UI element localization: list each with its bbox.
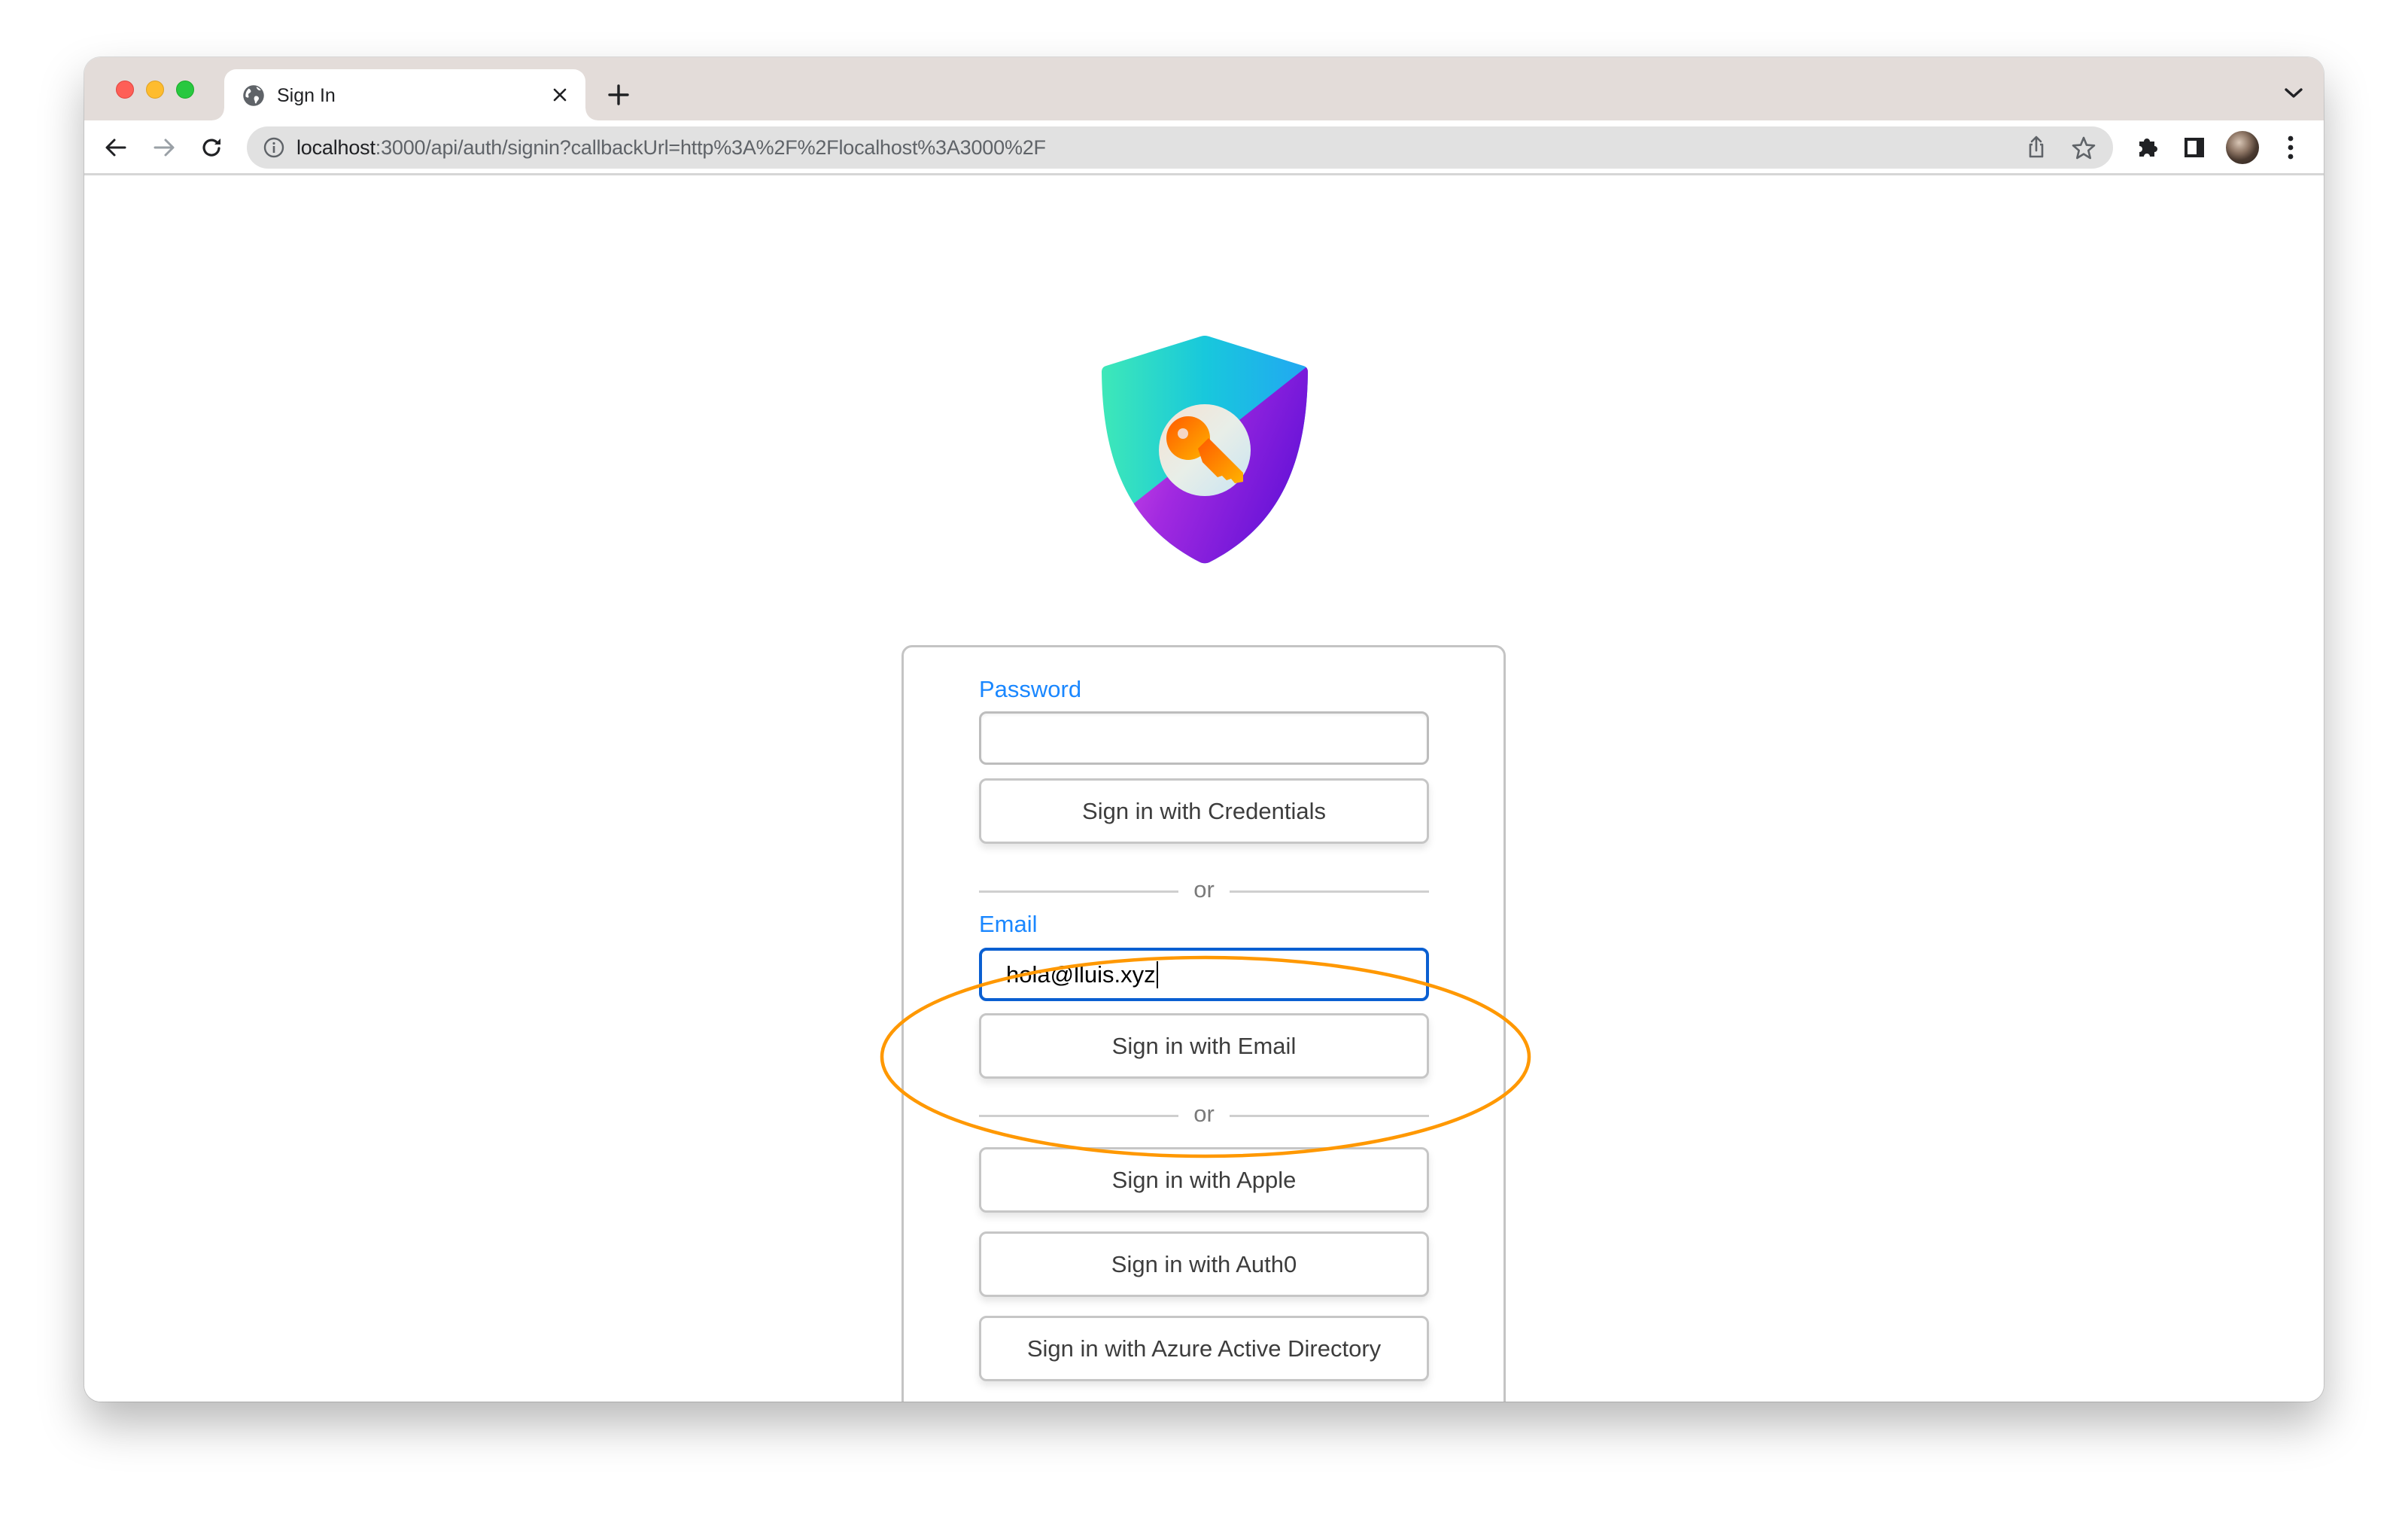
- sidebar-icon[interactable]: [2179, 132, 2209, 163]
- close-icon[interactable]: [548, 83, 572, 107]
- email-value: hola@lluis.xyz: [1006, 961, 1156, 988]
- star-icon[interactable]: [2071, 135, 2096, 161]
- password-field[interactable]: [979, 711, 1429, 765]
- url-path: :3000/api/auth/signin?callbackUrl=http%3…: [375, 136, 1046, 159]
- sign-in-email-button[interactable]: Sign in with Email: [979, 1013, 1429, 1079]
- globe-icon: [243, 85, 264, 106]
- divider-text: or: [1193, 1101, 1215, 1127]
- shield-key-logo: [1102, 336, 1308, 564]
- or-divider: or: [979, 1101, 1429, 1131]
- arrow-left-icon[interactable]: [98, 129, 134, 166]
- password-label: Password: [979, 676, 1082, 702]
- browser-toolbar: localhost:3000/api/auth/signin?callbackU…: [84, 120, 2324, 175]
- avatar[interactable]: [2226, 131, 2259, 164]
- email-label: Email: [979, 911, 1038, 937]
- url-host: localhost: [296, 136, 375, 159]
- window-maximize-button[interactable]: [176, 81, 194, 99]
- tab-sign-in[interactable]: Sign In: [212, 69, 597, 120]
- share-icon[interactable]: [2024, 135, 2048, 160]
- address-bar[interactable]: localhost:3000/api/auth/signin?callbackU…: [247, 126, 2113, 169]
- tab-strip: Sign In: [84, 57, 2324, 120]
- text-caret: [1156, 960, 1158, 988]
- sign-in-apple-button[interactable]: Sign in with Apple: [979, 1147, 1429, 1213]
- chevron-down-icon[interactable]: [2279, 80, 2309, 107]
- window-close-button[interactable]: [116, 81, 134, 99]
- tab-title: Sign In: [277, 85, 336, 106]
- kebab-menu-icon[interactable]: [2276, 132, 2306, 163]
- sign-in-auth0-button[interactable]: Sign in with Auth0: [979, 1231, 1429, 1297]
- url-text[interactable]: localhost:3000/api/auth/signin?callbackU…: [296, 135, 1046, 160]
- divider-line: [1230, 1115, 1429, 1117]
- info-icon[interactable]: [263, 137, 284, 158]
- window-minimize-button[interactable]: [146, 81, 164, 99]
- reload-icon[interactable]: [194, 129, 230, 166]
- sign-in-credentials-button[interactable]: Sign in with Credentials: [979, 778, 1429, 844]
- page-content: Password Sign in with Credentials or Ema…: [84, 178, 2324, 1402]
- email-field[interactable]: hola@lluis.xyz: [979, 948, 1429, 1001]
- arrow-right-icon[interactable]: [146, 129, 182, 166]
- divider-text: or: [1193, 876, 1215, 903]
- sign-in-azure-ad-button[interactable]: Sign in with Azure Active Directory: [979, 1316, 1429, 1381]
- plus-icon[interactable]: [604, 80, 634, 110]
- puzzle-icon[interactable]: [2132, 132, 2162, 163]
- divider-line: [1230, 890, 1429, 893]
- browser-window: Sign In localhost:3000/api/auth/signin?c…: [84, 57, 2324, 1402]
- sign-in-card: Password Sign in with Credentials or Ema…: [901, 645, 1506, 1402]
- or-divider: or: [979, 876, 1429, 906]
